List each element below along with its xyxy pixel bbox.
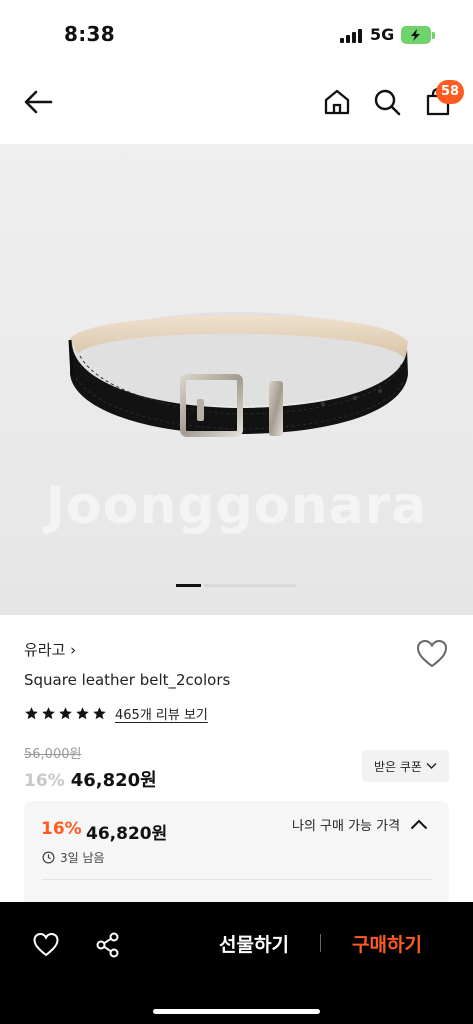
top-nav [0,72,473,144]
back-arrow-icon[interactable] [22,86,54,118]
chevron-up-icon [410,819,428,830]
network-type: 5G [370,25,395,44]
product-title: Square leather belt_2colors [24,671,231,689]
bottom-action-bar: 선물하기 구매하기 [0,902,473,1024]
review-link[interactable]: 465개 리뷰 보기 [115,704,208,723]
my-price-toggle[interactable]: 나의 구매 가능 가격 [292,815,428,834]
heart-icon[interactable] [416,639,448,669]
divider [320,934,321,952]
pager-active [176,584,201,587]
original-price: 56,000원 [24,747,82,762]
divider [42,879,432,880]
coupon-button[interactable]: 받은 쿠폰 [362,750,449,782]
timer: 3일 남음 [42,849,105,866]
buy-button[interactable]: 구매하기 [337,930,437,960]
my-price-value: 46,820원 [86,824,168,844]
star-icon [93,706,106,719]
signal-icon [340,29,362,43]
belt-image [68,312,408,437]
clock-icon [42,851,55,864]
my-price-discount: 16% [41,819,82,839]
cart-count-badge: 58 [436,80,464,104]
gift-button[interactable]: 선물하기 [204,930,304,960]
status-bar: 8:38 5G [0,0,473,72]
timer-label: 3일 남음 [60,851,105,865]
star-icon [59,706,72,719]
star-icon [25,706,38,719]
brand-link[interactable]: 유라고 › [24,639,76,660]
home-indicator [153,1009,320,1014]
coupon-label: 받은 쿠폰 [374,759,422,774]
product-image[interactable]: Joonggonara [0,144,473,615]
price-row: 16% 46,820원 [24,766,157,792]
home-icon[interactable] [321,86,353,118]
status-time: 8:38 [64,22,115,46]
chevron-down-icon [426,763,437,769]
rating-row: 465개 리뷰 보기 [24,703,208,723]
heart-icon[interactable] [33,932,59,958]
pager-track [204,584,296,587]
watermark-text: Joonggonara [45,476,428,536]
sale-price: 46,820원 [70,770,157,791]
star-icon [42,706,55,719]
star-icon [76,706,89,719]
share-icon[interactable] [95,932,121,958]
search-icon[interactable] [371,86,403,118]
battery-icon [401,26,435,44]
my-price-toggle-label: 나의 구매 가능 가격 [292,819,401,834]
image-pager[interactable] [176,584,296,587]
star-rating [24,706,107,721]
discount-rate: 16% [24,771,65,791]
